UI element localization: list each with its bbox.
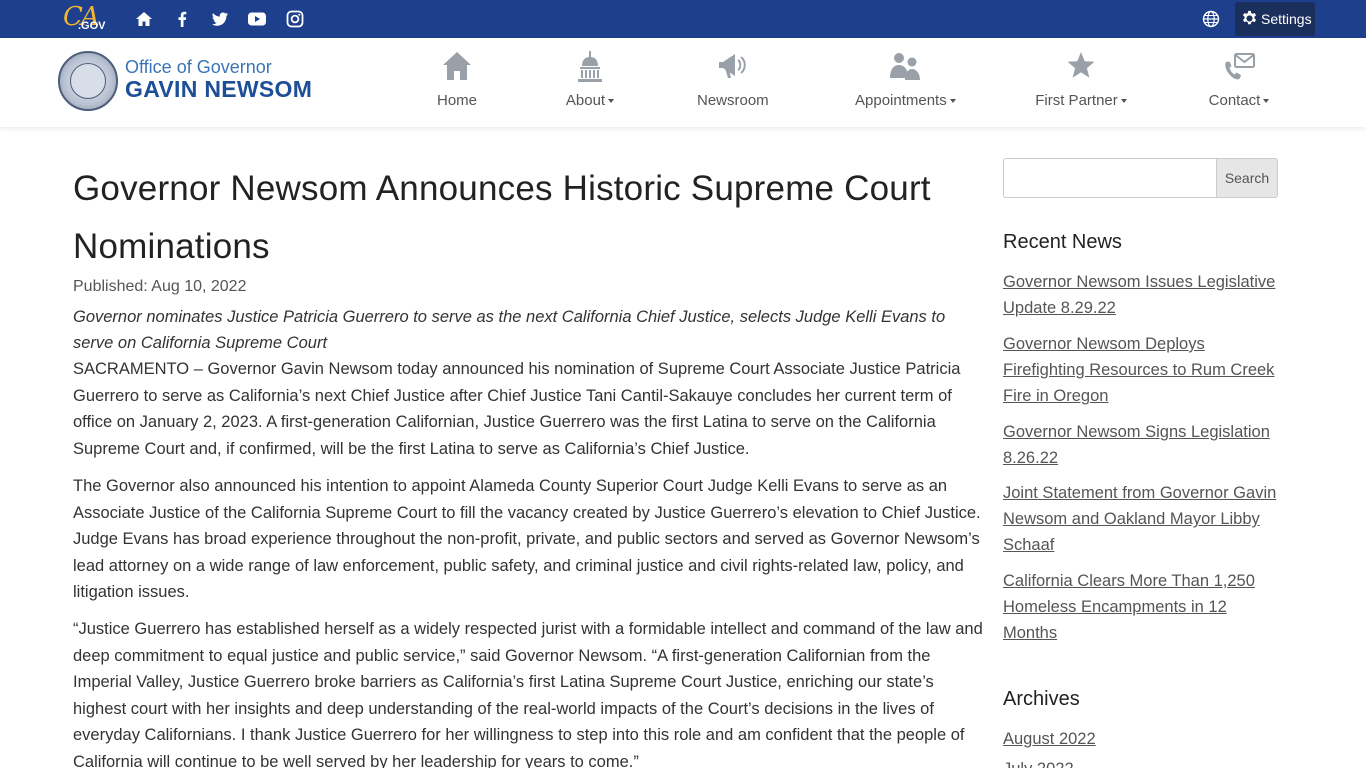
search-button[interactable]: Search — [1216, 158, 1278, 198]
phone-mail-icon — [1225, 53, 1255, 80]
recent-news-link[interactable]: Governor Newsom Issues Legislative Updat… — [1003, 269, 1283, 321]
seal-center — [70, 63, 106, 99]
nav-contact-label: Contact — [1205, 92, 1273, 109]
nav-first-partner-label: First Partner — [1035, 92, 1127, 109]
utility-bar: CA .GOV Settings — [0, 0, 1366, 38]
twitter-icon[interactable] — [210, 9, 230, 29]
article-subhead: Governor nominates Justice Patricia Guer… — [73, 308, 946, 352]
search-input[interactable] — [1003, 158, 1217, 198]
nav-about[interactable]: About — [560, 48, 620, 118]
recent-news-link[interactable]: Governor Newsom Deploys Firefighting Res… — [1003, 331, 1283, 410]
nav-newsroom[interactable]: Newsroom — [697, 48, 769, 118]
published-date: Published: Aug 10, 2022 — [73, 278, 247, 295]
article-paragraph-2: The Governor also announced his intentio… — [73, 477, 981, 601]
recent-news-link[interactable]: Joint Statement from Governor Gavin News… — [1003, 480, 1283, 559]
recent-news-link[interactable]: Governor Newsom Signs Legislation 8.26.2… — [1003, 419, 1283, 471]
governor-seal-logo[interactable] — [58, 51, 118, 111]
nav-contact[interactable]: Contact — [1205, 48, 1273, 118]
caret-down-icon — [608, 99, 615, 104]
brand-name-text[interactable]: GAVIN NEWSOM — [125, 76, 312, 103]
settings-button[interactable]: Settings — [1235, 2, 1315, 36]
star-icon — [1067, 52, 1095, 78]
article-title: Governor Newsom Announces Historic Supre… — [73, 169, 931, 266]
archive-link[interactable]: August 2022 — [1003, 726, 1096, 752]
megaphone-icon — [719, 54, 746, 78]
recent-news-link[interactable]: California Clears More Than 1,250 Homele… — [1003, 568, 1283, 647]
nav-appointments[interactable]: Appointments — [855, 48, 956, 118]
nav-home[interactable]: Home — [427, 48, 487, 118]
home-icon[interactable] — [134, 9, 154, 29]
caret-down-icon — [949, 99, 956, 104]
facebook-icon[interactable] — [172, 9, 192, 29]
nav-first-partner[interactable]: First Partner — [1035, 48, 1127, 118]
article-paragraph-1: SACRAMENTO – Governor Gavin Newsom today… — [73, 360, 961, 458]
caret-down-icon — [1263, 99, 1270, 104]
brand-office-text[interactable]: Office of Governor — [125, 57, 272, 78]
capitol-icon — [578, 51, 602, 82]
settings-label: Settings — [1261, 11, 1312, 27]
nav-home-label: Home — [436, 92, 477, 109]
users-icon — [890, 53, 920, 80]
site-header: Office of Governor GAVIN NEWSOM Home Abo… — [0, 38, 1366, 127]
house-icon — [443, 52, 471, 80]
nav-newsroom-label: Newsroom — [697, 92, 769, 109]
archives-heading: Archives — [1003, 688, 1080, 710]
caret-down-icon — [1120, 99, 1127, 104]
nav-appointments-label: Appointments — [855, 92, 956, 109]
nav-about-label: About — [560, 92, 620, 109]
gov-logo-text: .GOV — [78, 20, 106, 32]
instagram-icon[interactable] — [285, 9, 305, 29]
archive-link[interactable]: July 2022 — [1003, 756, 1074, 768]
ca-gov-logo[interactable]: CA .GOV — [61, 2, 107, 34]
article-paragraph-3: “Justice Guerrero has established hersel… — [73, 620, 983, 768]
gear-icon — [1241, 9, 1258, 29]
youtube-icon[interactable] — [247, 9, 267, 29]
recent-news-heading: Recent News — [1003, 231, 1122, 253]
globe-icon[interactable] — [1202, 10, 1222, 30]
